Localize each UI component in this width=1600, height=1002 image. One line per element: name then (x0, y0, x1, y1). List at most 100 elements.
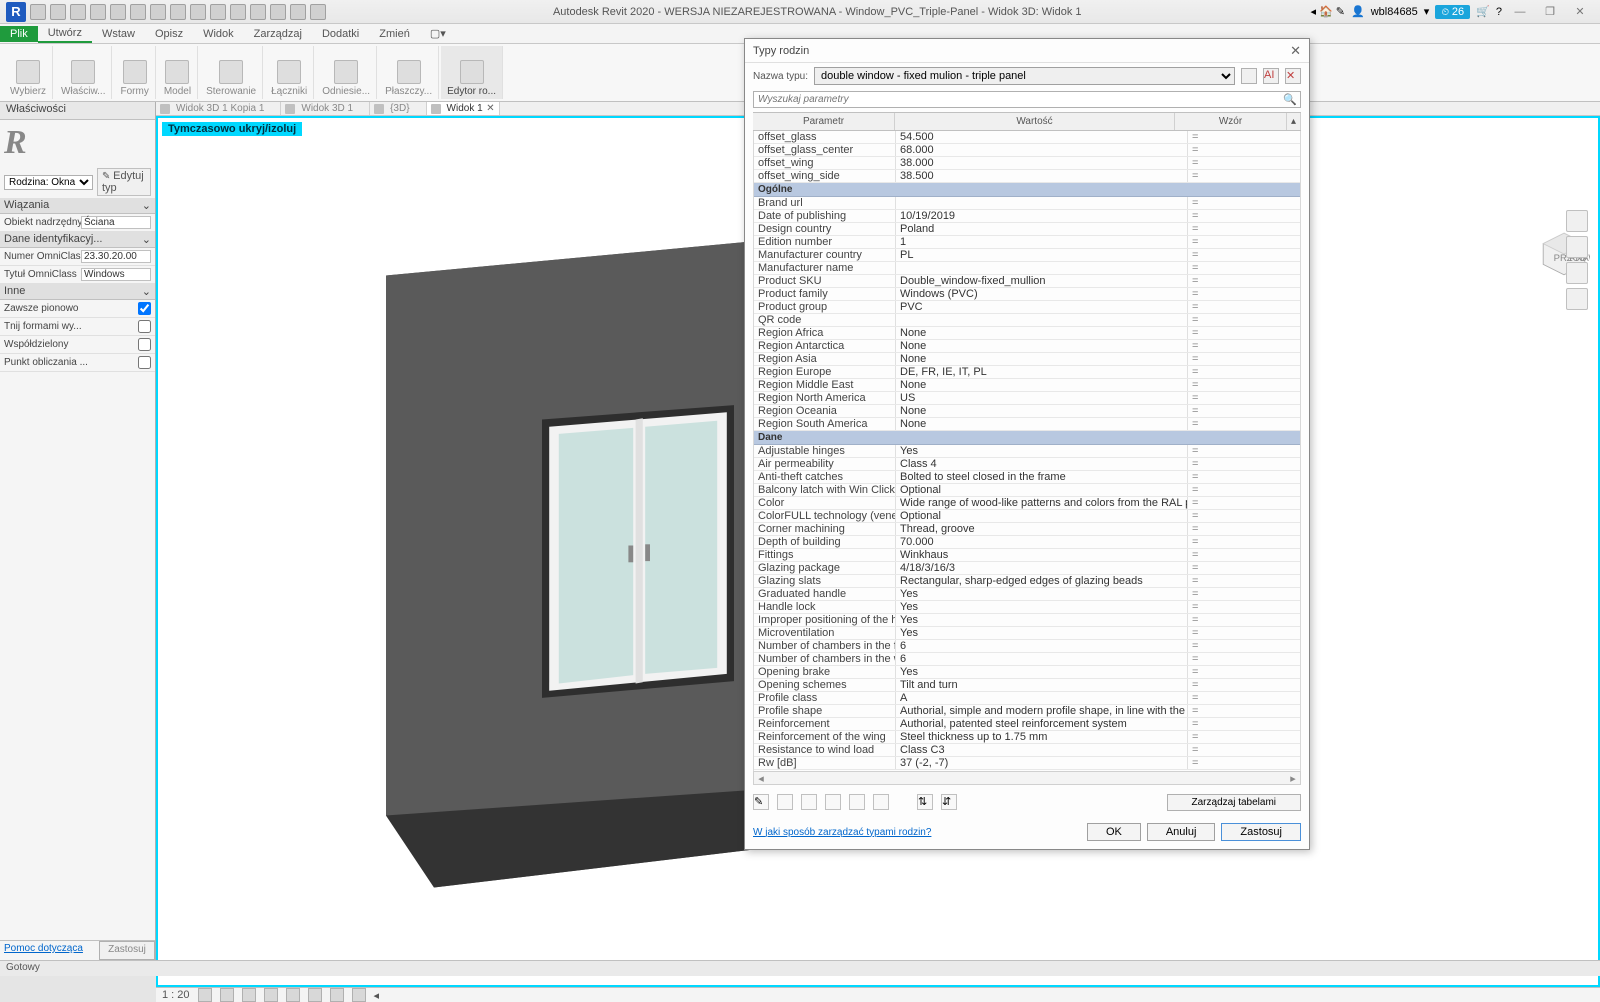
param-row[interactable]: Opening schemesTilt and turn= (754, 679, 1300, 692)
param-row[interactable]: Product groupPVC= (754, 301, 1300, 314)
ribbon-sterowanie[interactable]: Sterowanie (200, 46, 263, 99)
ribbon-model[interactable]: Model (158, 46, 198, 99)
qat-section-icon[interactable] (230, 4, 246, 20)
help-icon[interactable]: ? (1496, 6, 1502, 18)
nav-pan-icon[interactable] (1566, 236, 1588, 258)
user-icon[interactable]: 👤 (1351, 5, 1365, 18)
qat-text-icon[interactable] (190, 4, 206, 20)
tab-close-icon[interactable]: ✕ (486, 103, 494, 114)
param-row[interactable]: Product familyWindows (PVC)= (754, 288, 1300, 301)
param-row[interactable]: Glazing package4/18/3/16/3= (754, 562, 1300, 575)
nav-orbit-icon[interactable] (1566, 288, 1588, 310)
param-row[interactable]: Number of chambers in the wing6= (754, 653, 1300, 666)
cart-icon[interactable]: 🛒 (1476, 5, 1490, 18)
tb-copy-icon[interactable] (801, 794, 817, 810)
param-row[interactable]: Glazing slatsRectangular, sharp-edged ed… (754, 575, 1300, 588)
param-section[interactable]: Ogólne (754, 183, 1300, 197)
param-row[interactable]: Region EuropeDE, FR, IE, IT, PL= (754, 366, 1300, 379)
prop-tnij-checkbox[interactable] (138, 320, 151, 333)
param-row[interactable]: Manufacturer name= (754, 262, 1300, 275)
infocenter-icon[interactable]: ◂ 🏠 ✎ (1310, 5, 1345, 18)
param-row[interactable]: Corner machiningThread, groove= (754, 523, 1300, 536)
section-dane-id[interactable]: Dane identyfikacyj...⌄ (0, 232, 155, 248)
vb-shadow-icon[interactable] (264, 988, 278, 1002)
section-inne[interactable]: Inne⌄ (0, 284, 155, 300)
param-row[interactable]: offset_glass54.500= (754, 131, 1300, 144)
menu-zarzadzaj[interactable]: Zarządzaj (244, 26, 312, 42)
vb-sun-icon[interactable] (242, 988, 256, 1002)
grid-body[interactable]: offset_glass54.500=offset_glass_center68… (753, 131, 1301, 771)
scroll-right-icon[interactable]: ▸ (1286, 772, 1300, 785)
menu-plik[interactable]: Plik (0, 26, 38, 42)
menu-zmien[interactable]: Zmień (369, 26, 420, 42)
viewtab[interactable]: Widok 1✕ (427, 102, 500, 115)
dialog-close-icon[interactable]: ✕ (1290, 43, 1301, 59)
qat-sync-icon[interactable] (70, 4, 86, 20)
tb-sort-desc-icon[interactable]: ⇵ (941, 794, 957, 810)
menu-wstaw[interactable]: Wstaw (92, 26, 145, 42)
param-row[interactable]: Region Middle EastNone= (754, 379, 1300, 392)
param-row[interactable]: Number of chambers in the frame6= (754, 640, 1300, 653)
scroll-up-icon[interactable]: ▴ (1287, 113, 1301, 130)
qat-3d-icon[interactable] (210, 4, 226, 20)
vb-arrow-icon[interactable]: ◂ (374, 989, 380, 1002)
ribbon-formy[interactable]: Formy (114, 46, 155, 99)
param-row[interactable]: Product SKUDouble_window-fixed_mullion= (754, 275, 1300, 288)
ribbon-paszczy[interactable]: Płaszczy... (379, 46, 439, 99)
type-name-select[interactable]: double window - fixed mulion - triple pa… (814, 67, 1235, 85)
ribbon-wybierz[interactable]: Wybierz (4, 46, 53, 99)
col-parametr[interactable]: Parametr (753, 113, 895, 130)
menu-extra-icon[interactable]: ▢▾ (420, 25, 456, 42)
qat-dim-icon[interactable] (170, 4, 186, 20)
qat-close-icon[interactable] (270, 4, 286, 20)
cancel-button[interactable]: Anuluj (1147, 823, 1216, 841)
qat-thinlines-icon[interactable] (250, 4, 266, 20)
qat-save-icon[interactable] (50, 4, 66, 20)
param-section[interactable]: Dane (754, 431, 1300, 445)
view-scale[interactable]: 1 : 20 (162, 989, 190, 1001)
user-name[interactable]: wbl84685 (1371, 6, 1418, 18)
param-row[interactable]: Region AntarcticaNone= (754, 340, 1300, 353)
param-row[interactable]: MicroventilationYes= (754, 627, 1300, 640)
notification-badge[interactable]: ⏲ 26 (1435, 5, 1470, 19)
qat-redo-icon[interactable] (110, 4, 126, 20)
menu-opisz[interactable]: Opisz (145, 26, 193, 42)
vb-detail-icon[interactable] (198, 988, 212, 1002)
param-row[interactable]: Air permeabilityClass 4= (754, 458, 1300, 471)
param-row[interactable]: offset_glass_center68.000= (754, 144, 1300, 157)
param-row[interactable]: Handle lockYes= (754, 601, 1300, 614)
manage-tables-button[interactable]: Zarządzaj tabelami (1167, 794, 1301, 811)
param-row[interactable]: Edition number1= (754, 236, 1300, 249)
tb-delete-icon[interactable] (825, 794, 841, 810)
prop-punkt-checkbox[interactable] (138, 356, 151, 369)
scroll-left-icon[interactable]: ◂ (754, 772, 768, 785)
ok-button[interactable]: OK (1087, 823, 1141, 841)
menu-utworz[interactable]: Utwórz (38, 25, 92, 43)
param-row[interactable]: FittingsWinkhaus= (754, 549, 1300, 562)
qat-print-icon[interactable] (130, 4, 146, 20)
viewtab[interactable]: Widok 3D 1 (281, 102, 370, 115)
menu-dodatki[interactable]: Dodatki (312, 26, 369, 42)
qat-more-icon[interactable] (310, 4, 326, 20)
qat-undo-icon[interactable] (90, 4, 106, 20)
param-row[interactable]: ColorFULL technology (veneer on thOption… (754, 510, 1300, 523)
param-row[interactable]: QR code= (754, 314, 1300, 327)
tb-moveup-icon[interactable] (849, 794, 865, 810)
qat-switch-icon[interactable] (290, 4, 306, 20)
properties-apply-button[interactable]: Zastosuj (99, 941, 155, 960)
param-row[interactable]: offset_wing_side38.500= (754, 170, 1300, 183)
param-row[interactable]: Region OceaniaNone= (754, 405, 1300, 418)
restore-button[interactable]: ❐ (1538, 3, 1562, 21)
vb-visual-icon[interactable] (220, 988, 234, 1002)
col-wzor[interactable]: Wzór (1175, 113, 1287, 130)
param-row[interactable]: Resistance to wind loadClass C3= (754, 744, 1300, 757)
vb-hide-icon[interactable] (330, 988, 344, 1002)
minimize-button[interactable]: — (1508, 3, 1532, 21)
section-wiazania[interactable]: Wiązania⌄ (0, 198, 155, 214)
param-row[interactable]: ReinforcementAuthorial, patented steel r… (754, 718, 1300, 731)
param-row[interactable]: offset_wing38.000= (754, 157, 1300, 170)
vb-reveal-icon[interactable] (352, 988, 366, 1002)
param-row[interactable]: Improper positioning of the handleYes= (754, 614, 1300, 627)
family-category-select[interactable]: Rodzina: Okna (4, 175, 93, 190)
dialog-help-link[interactable]: W jaki sposób zarządzać typami rodzin? (753, 827, 1081, 838)
